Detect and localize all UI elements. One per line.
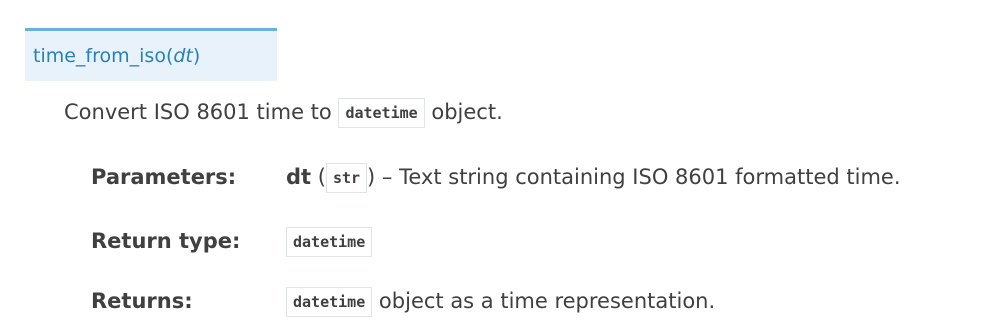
parameters-label: Parameters: (91, 165, 237, 189)
signature-param: dt (173, 45, 193, 67)
description-text-before: Convert ISO 8601 time to (64, 100, 339, 124)
close-paren: ) (192, 45, 201, 67)
return-type-code: datetime (286, 227, 373, 257)
return-type-body: datetime (286, 225, 373, 257)
returns-body: datetime object as a time representation… (286, 285, 715, 317)
returns-code: datetime (286, 287, 373, 317)
param-type: str (325, 163, 368, 193)
returns-description: object as a time representation. (372, 289, 716, 313)
parameters-body: dt (str) – Text string containing ISO 86… (286, 161, 901, 193)
returns-label: Returns: (91, 289, 193, 313)
param-description: – Text string containing ISO 8601 format… (375, 165, 901, 189)
description-code: datetime (338, 98, 425, 128)
function-description: Convert ISO 8601 time to datetime object… (64, 92, 503, 132)
param-name: dt (286, 165, 312, 189)
return-type-label: Return type: (91, 229, 241, 253)
description-text-after: object. (424, 100, 503, 124)
function-signature: time_from_iso(dt) (25, 28, 277, 81)
function-name: time_from_iso (33, 45, 166, 67)
param-open-paren: ( (311, 165, 326, 189)
